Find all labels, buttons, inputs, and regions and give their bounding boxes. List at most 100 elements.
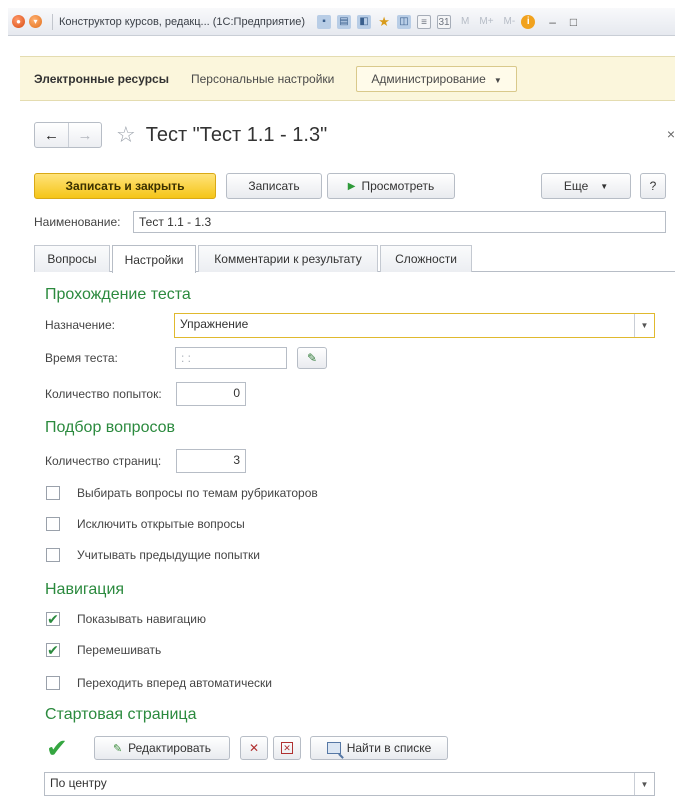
clear-button[interactable]: ✕: [240, 736, 268, 760]
section-title-questions: Подбор вопросов: [45, 419, 176, 436]
nav-button-group: ← →: [34, 122, 102, 148]
purpose-label: Назначение:: [45, 318, 116, 332]
checkbox-show-navigation[interactable]: ✔ Показывать навигацию: [46, 610, 206, 628]
checkbox-box[interactable]: [46, 486, 60, 500]
form-title: Тест "Тест 1.1 - 1.3": [145, 123, 328, 146]
tab-result-comments[interactable]: Комментарии к результату: [198, 245, 378, 272]
favorites-icon[interactable]: ◫: [397, 14, 412, 29]
help-button[interactable]: ?: [640, 173, 666, 199]
tab-complexity[interactable]: Сложности: [380, 245, 472, 272]
find-in-list-label: Найти в списке: [346, 741, 432, 755]
calculator-icon[interactable]: ≡: [417, 14, 432, 29]
help-label: ?: [649, 179, 657, 193]
minimize-icon[interactable]: ‒: [549, 15, 556, 29]
edit-label: Редактировать: [128, 741, 212, 755]
more-button[interactable]: Еще ▼: [541, 173, 631, 199]
preview-button[interactable]: ▶ Просмотреть: [327, 173, 455, 199]
section-title-passing: Прохождение теста: [45, 286, 191, 303]
checkbox-auto-forward[interactable]: Переходить вперед автоматически: [46, 674, 272, 692]
titlebar-tools: ▪ ▤ ◧ ★ ◫ ≡ 31 M M+ M- i ‒ □: [317, 14, 577, 29]
tab-result-comments-label: Комментарии к результату: [214, 252, 362, 266]
chevron-down-icon: ▼: [600, 181, 609, 191]
delete-button[interactable]: ✕: [273, 736, 301, 760]
checkbox-exclude-open-label: Исключить открытые вопросы: [77, 517, 245, 531]
attempts-input[interactable]: 0: [176, 382, 246, 406]
search-icon: [326, 742, 341, 754]
menu-electronic-resources[interactable]: Электронные ресурсы: [34, 72, 169, 86]
tab-complexity-label: Сложности: [395, 252, 457, 266]
info-icon[interactable]: i: [521, 14, 536, 29]
memory-button[interactable]: M: [461, 16, 469, 27]
checkbox-auto-forward-label: Переходить вперед автоматически: [77, 676, 272, 690]
attempts-label: Количество попыток:: [45, 387, 162, 401]
edit-button[interactable]: ✎ Редактировать: [94, 736, 230, 760]
test-time-label: Время теста:: [45, 351, 118, 365]
pencil-icon: ✎: [112, 742, 123, 755]
save-icon[interactable]: ▪: [317, 14, 332, 29]
checkbox-previous-attempts[interactable]: Учитывать предыдущие попытки: [46, 546, 260, 564]
checkbox-exclude-open[interactable]: Исключить открытые вопросы: [46, 515, 245, 533]
tab-settings[interactable]: Настройки: [112, 245, 196, 273]
chevron-down-icon: ▼: [493, 75, 502, 85]
forward-arrow-icon[interactable]: →: [68, 123, 101, 147]
chevron-down-icon[interactable]: ▼: [634, 773, 654, 795]
app-logo-icon[interactable]: ●: [12, 15, 25, 28]
close-icon[interactable]: ×: [667, 126, 675, 142]
checkmark-icon[interactable]: ✔: [46, 643, 60, 657]
tab-settings-label: Настройки: [124, 252, 184, 267]
pencil-icon[interactable]: ✎: [297, 347, 327, 369]
pages-label: Количество страниц:: [45, 454, 162, 468]
stray-document-text: [0, 0, 675, 8]
back-arrow-icon[interactable]: ←: [35, 123, 68, 147]
main-menu-icon[interactable]: ▾: [29, 15, 42, 28]
name-label: Наименование:: [34, 215, 121, 229]
start-page-align-value: По центру: [50, 776, 107, 790]
maximize-icon[interactable]: □: [570, 15, 577, 29]
preview-icon[interactable]: ◧: [357, 14, 372, 29]
start-page-align-select[interactable]: По центру ▼: [44, 772, 655, 796]
checkbox-box[interactable]: [46, 517, 60, 531]
save-button[interactable]: Записать: [226, 173, 322, 199]
checkbox-show-navigation-label: Показывать навигацию: [77, 612, 206, 626]
print-icon[interactable]: ▤: [337, 14, 352, 29]
tab-questions-label: Вопросы: [47, 252, 97, 266]
close-icon: ✕: [248, 741, 260, 755]
save-and-close-label: Записать и закрыть: [65, 179, 185, 193]
chevron-down-icon[interactable]: ▼: [634, 314, 654, 337]
play-icon: ▶: [347, 180, 356, 192]
more-label: Еще: [563, 179, 589, 193]
section-title-start-page: Стартовая страница: [45, 706, 197, 723]
calendar-icon[interactable]: 31: [437, 14, 452, 29]
favorite-add-icon[interactable]: ★: [377, 14, 391, 29]
preview-label: Просмотреть: [361, 179, 435, 193]
checkmark-icon[interactable]: ✔: [46, 612, 60, 626]
checkbox-rubricator-topics-label: Выбирать вопросы по темам рубрикаторов: [77, 486, 318, 500]
section-title-navigation: Навигация: [45, 581, 125, 598]
tab-bar: Вопросы Настройки Комментарии к результа…: [34, 244, 675, 273]
purpose-value: Упражнение: [180, 317, 249, 331]
pages-input[interactable]: 3: [176, 449, 246, 473]
menu-personal-settings[interactable]: Персональные настройки: [191, 72, 334, 86]
sections-panel: Электронные ресурсы Персональные настрой…: [20, 56, 675, 101]
checkbox-box[interactable]: [46, 676, 60, 690]
test-time-input[interactable]: : :: [175, 347, 287, 369]
window-titlebar: ● ▾ Конструктор курсов, редакц... (1С:Пр…: [8, 8, 675, 36]
save-and-close-button[interactable]: Записать и закрыть: [34, 173, 216, 199]
checkbox-shuffle[interactable]: ✔ Перемешивать: [46, 641, 161, 659]
favorite-star-icon[interactable]: ☆: [116, 122, 136, 148]
purpose-select[interactable]: Упражнение ▼: [174, 313, 655, 338]
memory-plus-button[interactable]: M+: [479, 16, 493, 27]
checkmark-icon[interactable]: ✔: [46, 733, 68, 764]
find-in-list-button[interactable]: Найти в списке: [310, 736, 448, 760]
save-label: Записать: [248, 179, 300, 193]
titlebar-separator: [52, 13, 53, 30]
menu-administration[interactable]: Администрирование ▼: [356, 65, 517, 92]
checkbox-box[interactable]: [46, 548, 60, 562]
checkbox-rubricator-topics[interactable]: Выбирать вопросы по темам рубрикаторов: [46, 484, 318, 502]
form-header: ← → ☆ Тест "Тест 1.1 - 1.3" ×: [34, 120, 675, 150]
memory-minus-button[interactable]: M-: [504, 16, 516, 27]
tab-questions[interactable]: Вопросы: [34, 245, 110, 272]
delete-icon: ✕: [281, 742, 293, 754]
checkbox-previous-attempts-label: Учитывать предыдущие попытки: [77, 548, 260, 562]
name-field[interactable]: Тест 1.1 - 1.3: [133, 211, 666, 233]
